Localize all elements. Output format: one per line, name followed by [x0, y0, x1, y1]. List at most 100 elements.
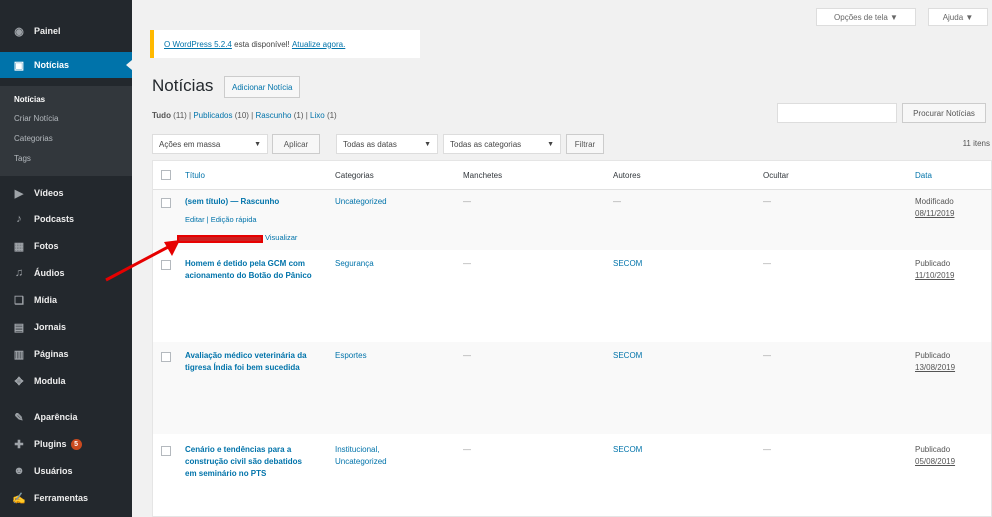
filter-button[interactable]: Filtrar — [566, 134, 604, 154]
menu-item-videos[interactable]: ▶ Vídeos — [0, 180, 132, 206]
media-icon: ❏ — [14, 294, 24, 307]
filter-count: (11) | — [170, 111, 194, 120]
menu-label: Mídia — [34, 295, 58, 305]
date-filter-select[interactable]: Todas as datas ▼ — [336, 134, 438, 154]
search-button[interactable]: Procurar Notícias — [902, 103, 986, 123]
column-manchetes: Manchetes — [463, 171, 503, 180]
menu-label: Ferramentas — [34, 493, 89, 503]
menu-label: Jornais — [34, 322, 67, 332]
menu-item-aparencia[interactable]: ✎ Aparência — [0, 404, 132, 430]
filter-trash[interactable]: Lixo — [310, 111, 325, 120]
microphone-icon: ♪ — [16, 213, 22, 225]
row-checkbox[interactable] — [161, 352, 171, 362]
manchetes-value: — — [463, 259, 471, 268]
menu-label: Fotos — [34, 241, 59, 251]
menu-item-ferramentas[interactable]: ✍ Ferramentas — [0, 485, 132, 511]
category-link[interactable]: Esportes — [335, 350, 367, 362]
menu-label: Aparência — [34, 412, 78, 422]
search-input[interactable] — [777, 103, 897, 123]
author-link[interactable]: SECOM — [613, 350, 642, 362]
filter-all[interactable]: Tudo — [152, 111, 171, 120]
category-link[interactable]: Institucional, Uncategorized — [335, 444, 405, 468]
bulk-actions-select[interactable]: Ações em massa ▼ — [152, 134, 268, 154]
page-title: Notícias — [152, 76, 214, 95]
date-status: Modificado — [915, 197, 954, 206]
brush-icon: ✎ — [14, 411, 24, 424]
column-hide: Ocultar — [763, 171, 789, 180]
table-row: Cenário e tendências para a construção c… — [153, 434, 991, 516]
category-link[interactable]: Segurança — [335, 258, 374, 270]
chevron-down-icon: ▼ — [424, 140, 431, 148]
author-link[interactable]: SECOM — [613, 258, 642, 270]
menu-item-jornais[interactable]: ▤ Jornais — [0, 314, 132, 340]
date-value: 11/10/2019 — [915, 271, 955, 280]
menu-item-painel[interactable]: ◉ Painel — [0, 18, 132, 44]
image-icon: ▦ — [13, 240, 25, 253]
filter-draft[interactable]: Rascunho — [255, 111, 291, 120]
post-title-link[interactable]: Cenário e tendências para a construção c… — [185, 444, 313, 480]
menu-label: Áudios — [34, 268, 65, 278]
table-row: Homem é detido pela GCM com acionamento … — [153, 250, 991, 342]
help-button[interactable]: Ajuda ▼ — [928, 8, 988, 26]
author-value: — — [613, 197, 621, 206]
category-filter-value: Todas as categorias — [450, 139, 522, 149]
bulk-actions-value: Ações em massa — [159, 139, 221, 149]
category-link[interactable]: Uncategorized — [335, 196, 387, 208]
table-row: Avaliação médico veterinária da tigresa … — [153, 342, 991, 434]
menu-item-modula[interactable]: ✥ Modula — [0, 368, 132, 394]
select-all-checkbox[interactable] — [161, 170, 171, 180]
table-header: Título Categorias Manchetes Autores Ocul… — [153, 161, 992, 190]
column-title[interactable]: Título — [185, 171, 205, 180]
hide-value: — — [763, 445, 771, 454]
pages-icon: ▥ — [13, 348, 25, 361]
tools-icon: ✍ — [12, 492, 26, 505]
post-title-link[interactable]: Homem é detido pela GCM com acionamento … — [185, 258, 313, 282]
noticias-submenu: Notícias Criar Notícia Categorias Tags — [0, 86, 132, 176]
wordpress-version-link[interactable]: O WordPress 5.2.4 — [164, 40, 232, 49]
author-link[interactable]: SECOM — [613, 444, 642, 456]
row-actions-edit[interactable]: Editar | Edição rápida — [185, 214, 257, 226]
red-arrow-annotation — [105, 240, 180, 282]
menu-item-paginas[interactable]: ▥ Páginas — [0, 341, 132, 367]
audio-icon: ♫ — [14, 267, 24, 279]
filter-count: (1) | — [291, 111, 311, 120]
filter-count: (1) — [324, 111, 337, 120]
update-now-link[interactable]: Atualize agora. — [292, 40, 345, 49]
row-checkbox[interactable] — [161, 446, 171, 456]
notice-text: esta disponível! — [231, 39, 292, 49]
menu-item-usuarios[interactable]: ☻ Usuários — [0, 458, 132, 484]
post-title-link[interactable]: (sem título) — Rascunho — [185, 196, 279, 208]
menu-item-noticias[interactable]: ▣ Notícias — [0, 52, 132, 78]
date-value: 08/11/2019 — [915, 209, 955, 218]
date-value: 05/08/2019 — [915, 457, 956, 466]
submenu-categorias[interactable]: Categorias — [14, 134, 53, 143]
apply-button[interactable]: Aplicar — [272, 134, 320, 154]
menu-label: Vídeos — [34, 188, 64, 198]
hide-value: — — [763, 351, 771, 360]
manchetes-value: — — [463, 351, 471, 360]
menu-label: Plugins — [34, 439, 67, 449]
preview-link[interactable]: Visualizar — [265, 232, 297, 244]
wp-admin-screen: ◉ Painel ▣ Notícias Notícias Criar Notíc… — [0, 0, 992, 517]
column-date[interactable]: Data — [915, 171, 932, 180]
menu-item-plugins[interactable]: ✚ Plugins 5 — [0, 431, 132, 457]
menu-item-podcasts[interactable]: ♪ Podcasts — [0, 206, 132, 232]
submenu-criar-noticia[interactable]: Criar Notícia — [14, 114, 58, 123]
hide-value: — — [763, 259, 771, 268]
column-categories: Categorias — [335, 171, 374, 180]
post-title-link[interactable]: Avaliação médico veterinária da tigresa … — [185, 350, 313, 374]
update-notice: O WordPress 5.2.4 esta disponível! Atual… — [150, 30, 420, 58]
video-icon: ▶ — [14, 187, 24, 200]
submenu-tags[interactable]: Tags — [14, 154, 31, 163]
screen-options-button[interactable]: Opções de tela ▼ — [816, 8, 916, 26]
submenu-noticias[interactable]: Notícias — [14, 95, 45, 104]
filter-published[interactable]: Publicados — [193, 111, 232, 120]
category-filter-select[interactable]: Todas as categorias ▼ — [443, 134, 561, 154]
manchetes-value: — — [463, 445, 471, 454]
add-new-button[interactable]: Adicionar Notícia — [224, 76, 301, 98]
menu-label: Painel — [34, 26, 61, 36]
menu-label: Modula — [34, 376, 66, 386]
row-checkbox[interactable] — [161, 198, 171, 208]
main-content: Opções de tela ▼ Ajuda ▼ O WordPress 5.2… — [132, 0, 992, 517]
date-status: Publicado — [915, 351, 951, 360]
